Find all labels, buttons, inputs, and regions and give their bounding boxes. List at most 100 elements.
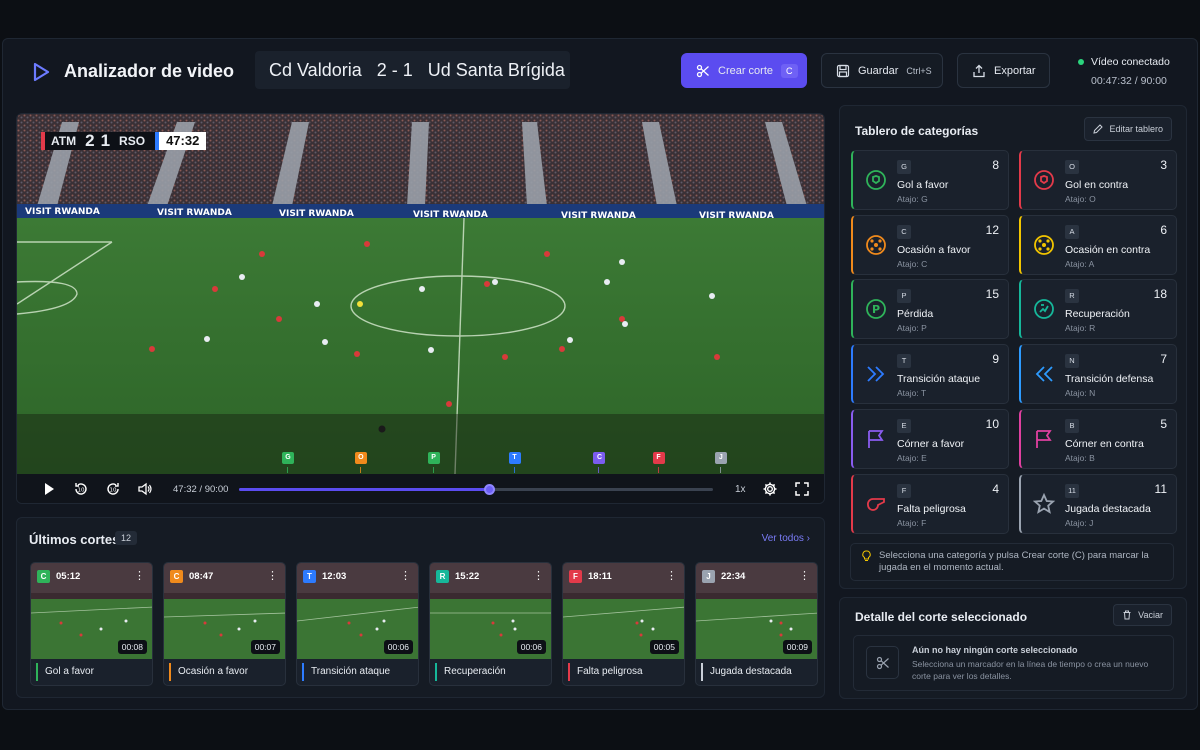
save-button[interactable]: Guardar Ctrl+S (821, 53, 943, 88)
timeline-marker[interactable]: T (508, 452, 521, 473)
more-options-icon[interactable]: ⋮ (799, 569, 810, 582)
category-key-badge: P (897, 289, 911, 304)
target-icon (866, 234, 886, 255)
cut-label: Recuperación (435, 663, 506, 681)
more-options-icon[interactable]: ⋮ (267, 569, 278, 582)
category-card[interactable]: B Córner en contra Atajo: B 5 (1019, 408, 1177, 469)
category-key-badge: A (1065, 224, 1079, 239)
timeline-marker[interactable]: C (593, 452, 606, 473)
svg-text:10: 10 (78, 488, 85, 494)
cut-category-badge: T (303, 570, 316, 583)
category-card[interactable]: A Ocasión en contra Atajo: A 6 (1019, 214, 1177, 275)
timeline-marker[interactable]: J (714, 452, 727, 473)
edit-board-label: Editar tablero (1109, 124, 1163, 134)
recent-cuts-panel: Últimos cortes 12 Ver todos › C 05:12 ⋮ 00:… (16, 517, 825, 698)
match-video-frame: VISIT RWANDA VISIT RWANDA VISIT RWANDA V… (17, 114, 824, 474)
flag-icon (868, 429, 884, 448)
category-name: Córner a favor (897, 437, 965, 450)
cut-card[interactable]: J 22:34 ⋮ 00:09 Jugada destacada (695, 562, 818, 686)
see-all-link[interactable]: Ver todos › (762, 533, 810, 544)
forward-10-icon[interactable]: 10 (105, 481, 121, 497)
category-card[interactable]: O Gol en contra Atajo: O 3 (1019, 150, 1177, 210)
category-shortcut: Atajo: A (1065, 258, 1095, 269)
current-time: 47:32 / 90:00 (173, 484, 229, 495)
category-shortcut: Atajo: R (1065, 323, 1096, 334)
status-dot (1078, 59, 1084, 66)
category-key-badge: G (897, 160, 911, 174)
timeline-markers: GOPTCFJ (17, 452, 824, 473)
cut-card[interactable]: C 05:12 ⋮ 00:08 Gol a favor (30, 562, 153, 686)
category-key-badge: C (897, 224, 911, 239)
match-score: 2 - 1 (376, 59, 413, 80)
progress-bar[interactable] (239, 484, 713, 495)
more-options-icon[interactable]: ⋮ (666, 569, 677, 582)
clear-button[interactable]: Vaciar (1113, 604, 1172, 626)
rewind-10-icon[interactable]: 10 (73, 481, 89, 497)
cut-card[interactable]: C 08:47 ⋮ 00:07 Ocasión a favor (163, 562, 286, 686)
volume-icon[interactable] (137, 481, 153, 497)
category-count: 5 (1160, 416, 1167, 431)
category-card[interactable]: 11 Jugada destacada Atajo: J 11 (1019, 473, 1177, 534)
video-player[interactable]: VISIT RWANDA VISIT RWANDA VISIT RWANDA V… (16, 113, 825, 504)
progress-handle[interactable] (484, 484, 496, 495)
board-hint: Selecciona una categoría y pulsa Crear c… (850, 543, 1174, 581)
playback-speed[interactable]: 1x (735, 484, 746, 495)
timeline-marker[interactable]: G (282, 452, 294, 473)
cut-card[interactable]: R 15:22 ⋮ 00:06 Recuperación (429, 562, 552, 686)
board-hint-text: Selecciona una categoría y pulsa Crear c… (879, 550, 1149, 573)
category-key-badge: O (1065, 160, 1079, 174)
cut-label: Gol a favor (36, 663, 94, 681)
category-shortcut: Atajo: B (1065, 452, 1095, 463)
category-shortcut: Atajo: T (897, 388, 927, 399)
status-label: Vídeo conectado (1091, 56, 1170, 68)
category-name: Jugada destacada (1065, 502, 1151, 515)
more-options-icon[interactable]: ⋮ (400, 569, 411, 582)
clear-label: Vaciar (1138, 610, 1163, 620)
category-card[interactable]: T Transición ataque Atajo: T 9 (851, 344, 1009, 405)
category-card[interactable]: P P Pérdida Atajo: P 15 (851, 279, 1009, 340)
category-card[interactable]: N Transición defensa Atajo: N 7 (1019, 344, 1177, 405)
category-card[interactable]: G Gol a favor Atajo: G 8 (851, 150, 1009, 210)
match-title: Cd Valdoria 2 - 1 Ud Santa Brígida (255, 51, 570, 89)
flag-icon (1036, 429, 1052, 448)
category-key-badge: N (1065, 354, 1079, 369)
export-button[interactable]: Exportar (957, 53, 1050, 88)
svg-text:P: P (872, 303, 880, 316)
timeline-marker[interactable]: F (652, 452, 665, 473)
fullscreen-icon[interactable] (794, 481, 810, 497)
category-count: 18 (1153, 287, 1167, 302)
category-name: Ocasión en contra (1065, 243, 1151, 256)
play-icon[interactable] (41, 481, 57, 497)
empty-scissors-icon (866, 646, 899, 679)
category-card[interactable]: C Ocasión a favor Atajo: C 12 (851, 214, 1009, 275)
cut-timestamp: 18:11 (588, 571, 612, 582)
more-options-icon[interactable]: ⋮ (134, 569, 145, 582)
category-key-badge: 11 (1065, 483, 1079, 498)
cut-card[interactable]: T 12:03 ⋮ 00:06 Transición ataque (296, 562, 419, 686)
category-key-badge: R (1065, 289, 1079, 304)
ad-board-text: VISIT RWANDA (279, 209, 354, 219)
scoreboard-overlay: ATM 2 1 RSO 47:32 (41, 131, 207, 150)
timeline-marker[interactable]: O (354, 452, 367, 473)
category-count: 3 (1160, 158, 1167, 172)
edit-board-button[interactable]: Editar tablero (1084, 117, 1172, 141)
timeline-marker[interactable]: P (427, 452, 440, 473)
cut-card[interactable]: F 18:11 ⋮ 00:05 Falta peligrosa (562, 562, 685, 686)
status-time: 00:47:32 / 90:00 (1091, 75, 1167, 87)
lightbulb-icon (862, 550, 871, 561)
settings-gear-icon[interactable] (762, 481, 778, 497)
category-count: 7 (1160, 352, 1167, 367)
category-card[interactable]: F Falta peligrosa Atajo: F 4 (851, 473, 1009, 534)
detail-title: Detalle del corte seleccionado (855, 610, 1028, 624)
category-card[interactable]: E Córner a favor Atajo: E 10 (851, 408, 1009, 469)
category-card[interactable]: R Recuperación Atajo: R 18 (1019, 279, 1177, 340)
create-cut-button[interactable]: Crear corte C (681, 53, 807, 88)
category-name: Transición defensa (1065, 373, 1154, 386)
svg-text:10: 10 (110, 488, 117, 494)
save-icon (836, 64, 850, 77)
category-name: Gol en contra (1065, 179, 1129, 191)
category-count: 10 (985, 416, 999, 431)
progress-fill (239, 488, 490, 491)
scissors-icon (696, 64, 709, 77)
more-options-icon[interactable]: ⋮ (533, 569, 544, 582)
